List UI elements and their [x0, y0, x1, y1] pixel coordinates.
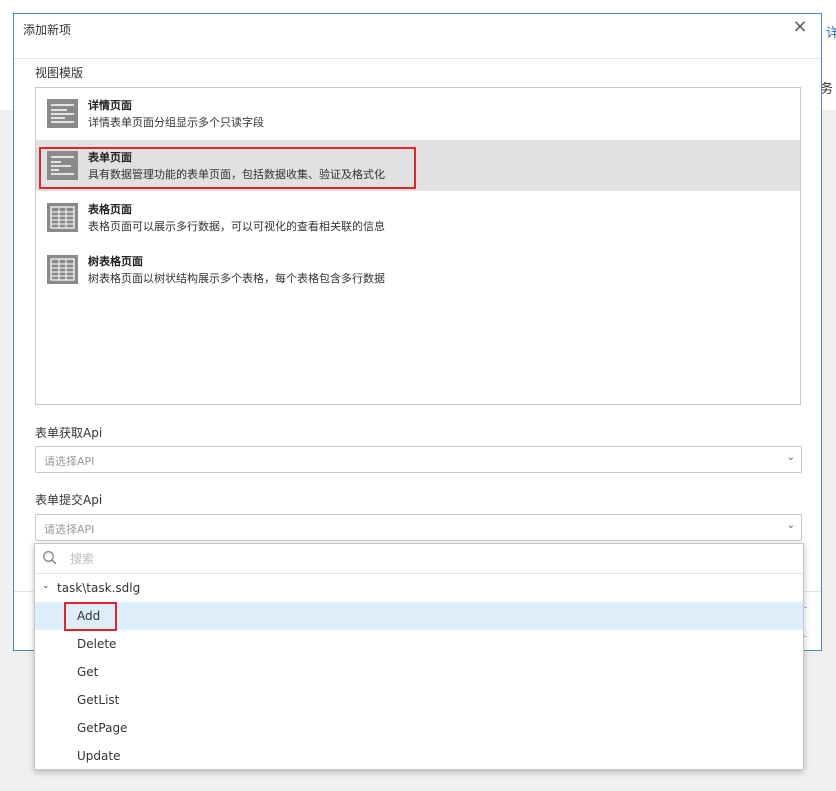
dropdown-search-input[interactable]	[68, 549, 772, 569]
template-item-tree-table[interactable]: 树表格页面 树表格页面以树状结构展示多个表格，每个表格包含多行数据	[36, 244, 800, 295]
tree-table-page-icon	[47, 255, 78, 284]
close-icon[interactable]: ×	[790, 17, 810, 37]
search-icon	[42, 550, 58, 566]
dialog-title: 添加新项	[23, 23, 72, 37]
chevron-down-icon: ⌄	[786, 520, 795, 531]
dropdown-item-delete[interactable]: Delete	[35, 630, 803, 658]
dropdown-search-bar	[35, 544, 803, 574]
chevron-down-icon: ⌄	[786, 452, 795, 463]
fetch-api-select[interactable]: 请选择API ⌄	[35, 446, 802, 473]
dropdown-item-getlist[interactable]: GetList	[35, 686, 803, 714]
api-dropdown-panel: ⌄ task\task.sdlg Add Delete Get GetList …	[34, 543, 804, 770]
dropdown-item-getpage[interactable]: GetPage	[35, 714, 803, 742]
dropdown-item-label: Delete	[77, 637, 117, 651]
template-desc: 树表格页面以树状结构展示多个表格，每个表格包含多行数据	[88, 272, 385, 285]
submit-api-placeholder: 请选择API	[44, 523, 95, 536]
template-item-details[interactable]: 详情页面 详情表单页面分组显示多个只读字段	[36, 88, 800, 139]
fetch-api-label: 表单获取Api	[35, 426, 103, 440]
template-item-form[interactable]: 表单页面 具有数据管理功能的表单页面，包括数据收集、验证及格式化	[36, 140, 800, 191]
table-page-icon	[47, 203, 78, 232]
dropdown-item-update[interactable]: Update	[35, 742, 803, 770]
form-page-icon	[47, 151, 78, 180]
dropdown-item-add[interactable]: Add	[35, 602, 803, 630]
dropdown-item-label: GetList	[77, 693, 120, 707]
background-link-fragment: 详	[826, 26, 836, 41]
template-desc: 具有数据管理功能的表单页面，包括数据收集、验证及格式化	[88, 168, 385, 181]
template-name: 表单页面	[88, 151, 132, 164]
tree-group-task[interactable]: ⌄ task\task.sdlg	[35, 574, 803, 602]
template-name: 表格页面	[88, 203, 132, 216]
template-name: 树表格页面	[88, 255, 143, 268]
template-name: 详情页面	[88, 99, 132, 112]
submit-api-select[interactable]: 请选择API ⌄	[35, 514, 802, 541]
dropdown-item-get[interactable]: Get	[35, 658, 803, 686]
template-desc: 表格页面可以展示多行数据，可以可视化的查看相关联的信息	[88, 220, 385, 233]
chevron-down-icon[interactable]: ⌄	[42, 581, 50, 591]
template-item-table[interactable]: 表格页面 表格页面可以展示多行数据，可以可视化的查看相关联的信息	[36, 192, 800, 243]
title-divider	[14, 58, 821, 59]
details-page-icon	[47, 99, 78, 128]
view-template-label: 视图模版	[35, 66, 84, 80]
tree-group-label: task\task.sdlg	[57, 581, 141, 595]
template-list: 详情页面 详情表单页面分组显示多个只读字段 表单页面 具有数据管理功能的表单页面…	[35, 87, 801, 405]
submit-api-label: 表单提交Api	[35, 493, 103, 507]
dropdown-item-label: Add	[77, 609, 101, 623]
dropdown-item-label: Get	[77, 665, 99, 679]
fetch-api-placeholder: 请选择API	[44, 455, 95, 468]
dropdown-item-label: GetPage	[77, 721, 128, 735]
template-desc: 详情表单页面分组显示多个只读字段	[88, 116, 264, 129]
dropdown-item-label: Update	[77, 749, 121, 763]
